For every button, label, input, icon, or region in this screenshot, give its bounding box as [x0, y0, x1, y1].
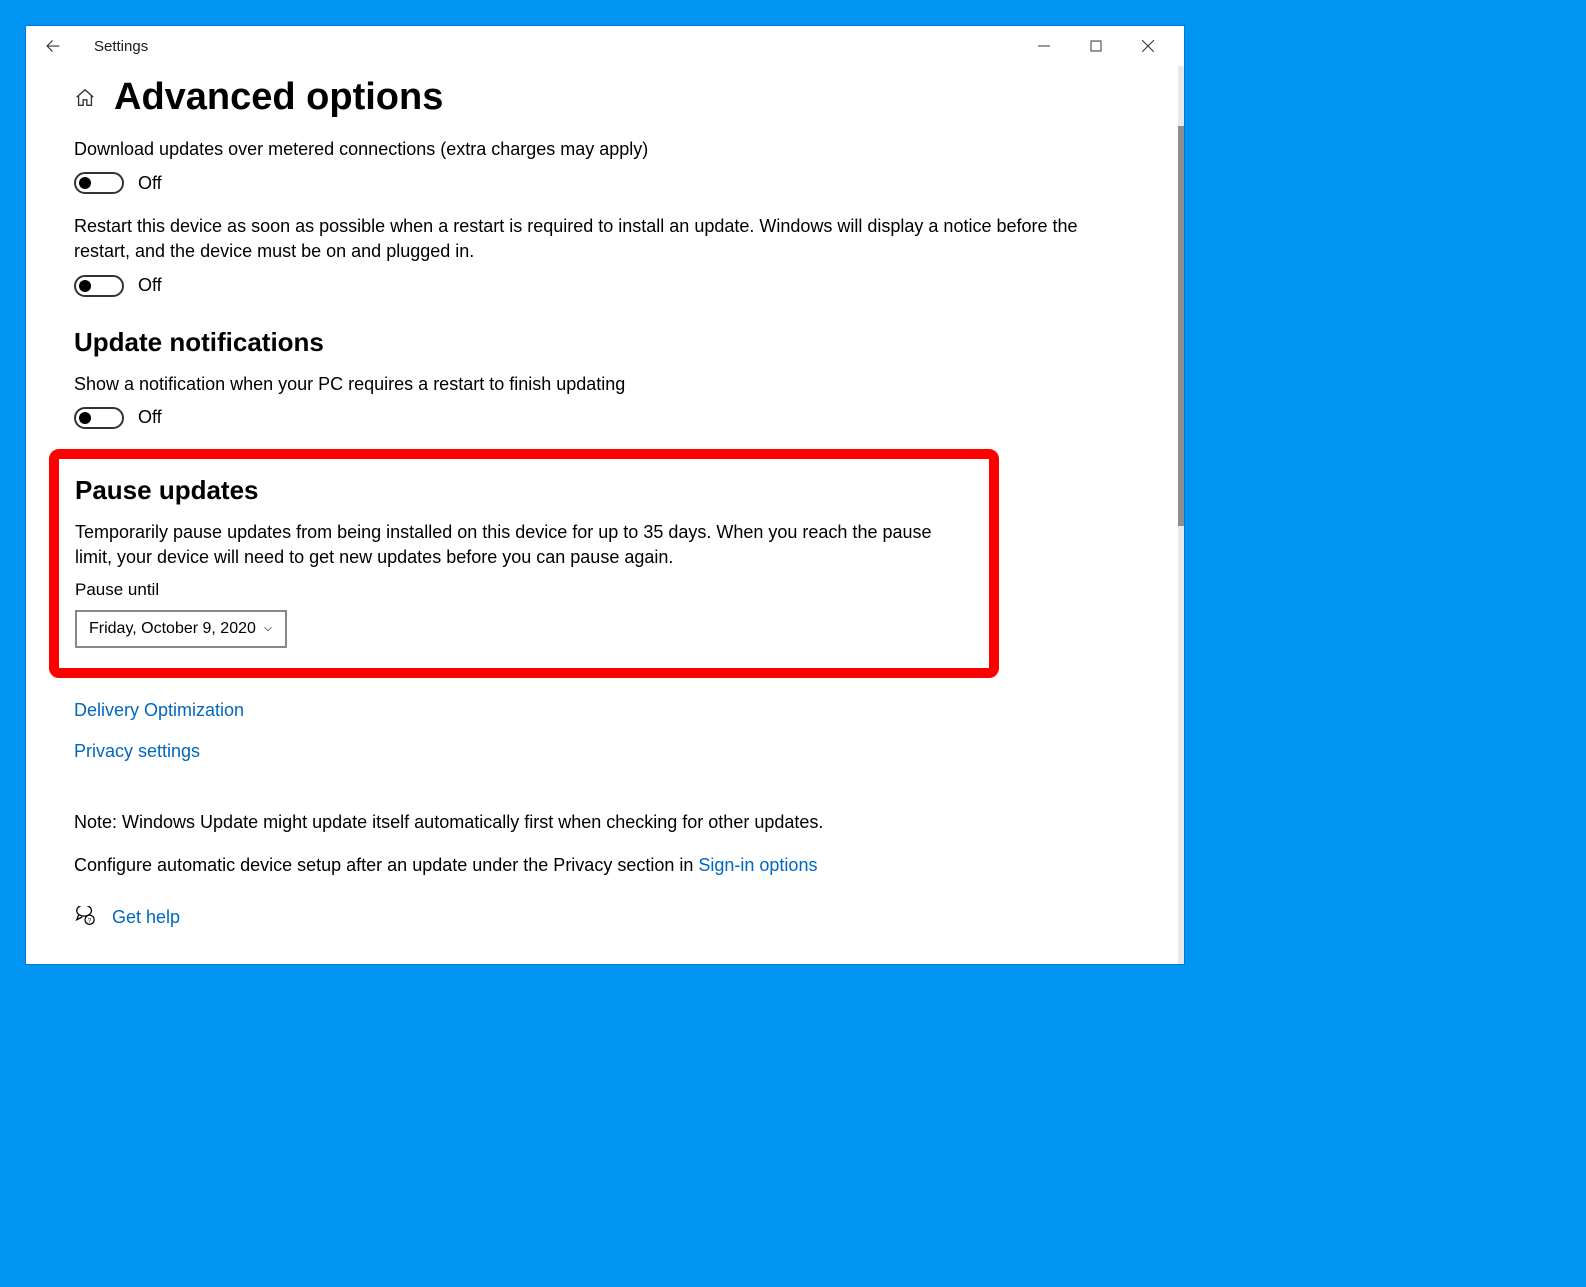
window-controls	[1018, 27, 1174, 65]
restart-toggle-label: Off	[138, 275, 162, 296]
delivery-optimization-link[interactable]: Delivery Optimization	[74, 700, 244, 721]
notifications-heading: Update notifications	[74, 327, 1144, 358]
window-title: Settings	[94, 38, 148, 55]
pause-until-dropdown[interactable]: Friday, October 9, 2020	[75, 610, 287, 648]
pause-updates-highlight: Pause updates Temporarily pause updates …	[49, 449, 999, 678]
back-arrow-icon	[44, 37, 62, 55]
pause-heading: Pause updates	[75, 475, 973, 506]
home-icon[interactable]	[74, 87, 96, 109]
titlebar: Settings	[26, 26, 1184, 66]
notifications-toggle[interactable]	[74, 407, 124, 429]
configure-prefix: Configure automatic device setup after a…	[74, 855, 698, 875]
restart-desc: Restart this device as soon as possible …	[74, 214, 1129, 264]
settings-window: Settings	[25, 25, 1185, 965]
close-button[interactable]	[1122, 27, 1174, 65]
pause-until-value: Friday, October 9, 2020	[89, 620, 256, 638]
privacy-settings-link[interactable]: Privacy settings	[74, 741, 200, 762]
minimize-icon	[1038, 40, 1050, 52]
windows-update-note: Note: Windows Update might update itself…	[74, 812, 1144, 833]
page-title: Advanced options	[114, 76, 443, 119]
metered-toggle[interactable]	[74, 172, 124, 194]
metered-desc: Download updates over metered connection…	[74, 137, 1129, 162]
pause-until-label: Pause until	[75, 580, 973, 600]
minimize-button[interactable]	[1018, 27, 1070, 65]
close-icon	[1142, 40, 1154, 52]
configure-text: Configure automatic device setup after a…	[74, 855, 1144, 876]
chevron-down-icon	[261, 622, 275, 636]
pause-desc: Temporarily pause updates from being ins…	[75, 520, 973, 570]
restart-toggle[interactable]	[74, 275, 124, 297]
scrollbar-thumb[interactable]	[1178, 126, 1184, 526]
back-button[interactable]	[36, 29, 70, 63]
maximize-button[interactable]	[1070, 27, 1122, 65]
metered-toggle-label: Off	[138, 173, 162, 194]
notifications-toggle-label: Off	[138, 407, 162, 428]
maximize-icon	[1090, 40, 1102, 52]
scrollbar-track[interactable]	[1178, 66, 1184, 964]
get-help-link[interactable]: Get help	[112, 907, 180, 928]
notifications-desc: Show a notification when your PC require…	[74, 372, 1129, 397]
svg-text:?: ?	[88, 918, 92, 925]
sign-in-options-link[interactable]: Sign-in options	[698, 855, 817, 875]
content-area: Advanced options Download updates over m…	[26, 66, 1184, 964]
get-help-icon: ?	[74, 906, 96, 928]
page-header: Advanced options	[74, 76, 1144, 119]
